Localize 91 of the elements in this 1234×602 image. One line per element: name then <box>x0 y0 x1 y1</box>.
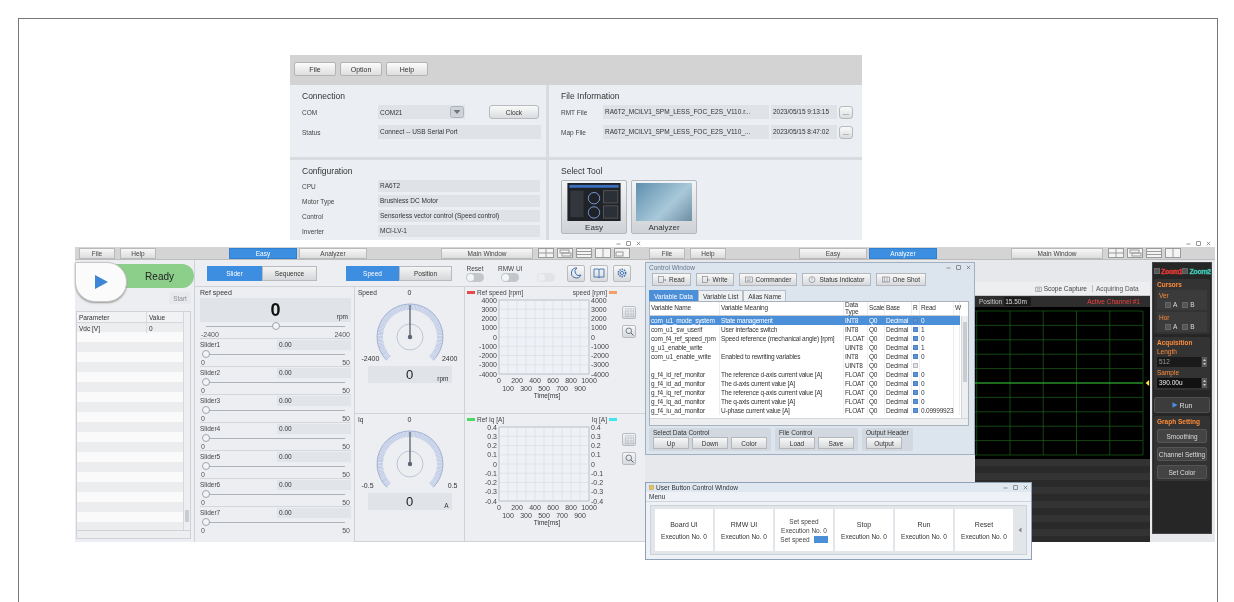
minimize-icon[interactable] <box>1003 485 1008 490</box>
columns-layout-icon[interactable] <box>1165 248 1181 258</box>
zoom-button[interactable] <box>622 325 636 338</box>
console-icon <box>744 276 753 283</box>
grid-layout-icon[interactable] <box>1108 248 1124 258</box>
grid-button[interactable] <box>622 433 636 446</box>
toggle-switch[interactable] <box>501 272 520 282</box>
section-title: Select Tool <box>561 166 604 176</box>
slider-thumb[interactable] <box>202 489 210 498</box>
play-icon <box>1171 402 1178 408</box>
app-screenshot-thumbnail <box>566 183 622 221</box>
close-icon[interactable] <box>636 241 641 246</box>
rows-layout-icon[interactable] <box>576 248 592 258</box>
checkbox[interactable] <box>1182 268 1189 274</box>
scrollbar[interactable] <box>961 316 968 419</box>
checkbox[interactable] <box>913 408 918 413</box>
write-icon <box>701 276 710 283</box>
toggle-switch[interactable] <box>466 272 484 282</box>
settings-button[interactable] <box>612 264 631 282</box>
zoom-icon <box>624 327 634 336</box>
minimize-icon[interactable] <box>616 241 621 246</box>
scrollbar[interactable] <box>183 312 190 530</box>
gauge-icon <box>808 276 817 283</box>
slider-thumb[interactable] <box>271 321 280 330</box>
gauge-value: 0 <box>405 494 414 509</box>
speed-input-field[interactable] <box>813 535 828 543</box>
zoom-button[interactable] <box>622 452 636 465</box>
grid-button[interactable] <box>622 306 636 319</box>
checkbox[interactable] <box>913 327 918 332</box>
window-layout-icon[interactable] <box>614 248 630 258</box>
maximize-icon[interactable] <box>1196 241 1201 246</box>
grid-icon <box>624 435 634 444</box>
moon-icon <box>569 267 582 279</box>
play-button[interactable] <box>75 262 127 302</box>
theme-button[interactable] <box>566 264 585 282</box>
close-icon[interactable] <box>966 265 971 270</box>
section-title: File Information <box>561 91 621 101</box>
slider-thumb[interactable] <box>202 349 210 358</box>
tool-button[interactable]: Easy <box>561 180 627 234</box>
slider-thumb[interactable] <box>202 405 210 414</box>
window-icon <box>649 485 654 490</box>
checkbox[interactable] <box>913 381 918 386</box>
speed-value: 0 <box>270 299 281 321</box>
maximize-icon[interactable] <box>626 241 631 246</box>
settings-icon <box>615 267 628 279</box>
spinner-icon[interactable] <box>1202 357 1207 367</box>
section-title: Connection <box>302 91 346 101</box>
scrollbar[interactable] <box>76 531 191 539</box>
camera-icon <box>1034 285 1042 292</box>
maximize-icon[interactable] <box>1013 485 1018 490</box>
checkbox[interactable] <box>913 345 918 350</box>
read-icon <box>658 276 666 283</box>
checkbox[interactable] <box>1165 301 1171 308</box>
tool-button[interactable]: Analyzer <box>631 180 697 234</box>
checkbox[interactable] <box>913 390 918 395</box>
slider-thumb[interactable] <box>202 517 210 526</box>
caret-icon <box>450 106 464 118</box>
scrollbar[interactable] <box>650 418 968 425</box>
close-icon[interactable] <box>1023 485 1028 490</box>
checkbox[interactable] <box>913 372 918 377</box>
minimize-icon[interactable] <box>946 265 951 270</box>
slider-thumb[interactable] <box>202 461 210 470</box>
section-title: Configuration <box>302 166 354 176</box>
maximize-icon[interactable] <box>956 265 961 270</box>
checkbox[interactable] <box>913 354 918 359</box>
book-icon <box>592 267 605 279</box>
spinner-icon[interactable] <box>1202 378 1207 388</box>
checkbox[interactable] <box>913 399 918 404</box>
checkbox[interactable] <box>1182 323 1189 330</box>
gauge-value: 0 <box>405 367 414 382</box>
manual-button[interactable] <box>589 264 608 282</box>
checkbox[interactable] <box>913 363 918 368</box>
cascade-layout-icon[interactable] <box>557 248 573 258</box>
zoom-icon <box>624 454 634 463</box>
checkbox[interactable] <box>1182 301 1189 308</box>
table-icon <box>881 276 890 283</box>
checkbox[interactable] <box>913 336 918 341</box>
slider-thumb[interactable] <box>202 377 210 386</box>
slider-thumb[interactable] <box>202 433 210 442</box>
photo-placeholder <box>636 183 692 221</box>
columns-layout-icon[interactable] <box>595 248 611 258</box>
play-icon <box>93 274 109 290</box>
minimize-icon[interactable] <box>1186 241 1191 246</box>
grid-icon <box>624 308 634 317</box>
grid-layout-icon[interactable] <box>538 248 554 258</box>
rows-layout-icon[interactable] <box>1146 248 1162 258</box>
scroll-left-icon[interactable] <box>1018 527 1022 533</box>
close-icon[interactable] <box>1206 241 1211 246</box>
cascade-layout-icon[interactable] <box>1127 248 1143 258</box>
checkbox[interactable] <box>1154 268 1160 274</box>
checkbox[interactable] <box>1165 323 1171 330</box>
